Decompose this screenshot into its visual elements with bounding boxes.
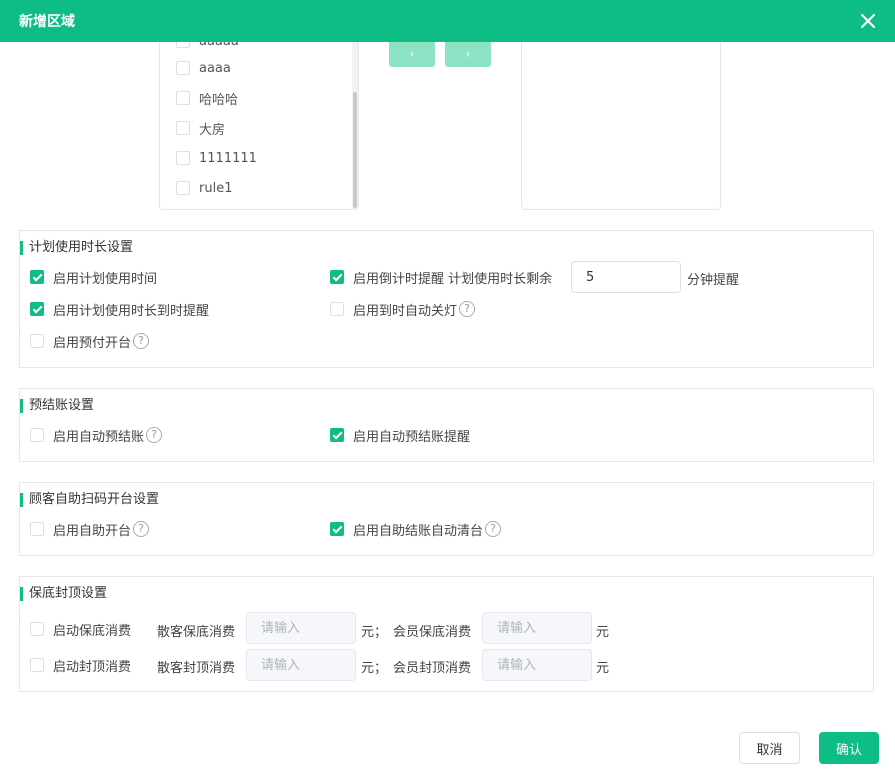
enable-due-reminder-checkbox[interactable] xyxy=(30,302,44,316)
option-label: 启用到时自动关灯 xyxy=(353,303,458,319)
member-max-input[interactable] xyxy=(482,649,592,681)
member-min-label: 会员保底消费 xyxy=(393,625,472,640)
section-title: 顾客自助扫码开台设置 xyxy=(20,493,159,507)
enable-auto-pre-checkout-option[interactable]: 启用自动预结账 ? xyxy=(30,425,163,445)
option-label: 启用自助开台 xyxy=(53,523,132,539)
enable-plan-time-checkbox[interactable] xyxy=(30,270,44,284)
list-item[interactable]: aaaaa xyxy=(176,42,239,51)
enable-self-open-option[interactable]: 启用自助开台 ? xyxy=(30,519,150,539)
option-label: 启用计划使用时长到时提醒 xyxy=(53,303,210,319)
option-label: 启动封顶消费 xyxy=(53,659,132,675)
list-item[interactable]: 大房 xyxy=(176,118,225,138)
transfer-target-list[interactable] xyxy=(521,42,721,210)
unit: 元 xyxy=(596,661,610,676)
guest-max-input[interactable] xyxy=(246,649,356,681)
pre-checkout-section: 预结账设置 启用自动预结账 ? 启用自动预结账提醒 xyxy=(19,388,874,462)
cancel-button[interactable]: 取消 xyxy=(739,732,800,764)
minutes-suffix: 分钟提醒 xyxy=(687,273,740,288)
list-item[interactable]: 1111111 xyxy=(176,148,257,168)
self-service-section: 顾客自助扫码开台设置 启用自助开台 ? 启用自助结账自动清台 ? xyxy=(19,482,874,556)
dialog-header: 新增区域 xyxy=(0,0,895,42)
option-label: 启用计划使用时间 xyxy=(53,271,158,287)
option-label: 启用倒计时提醒 计划使用时长剩余 xyxy=(353,271,553,287)
list-item-checkbox[interactable] xyxy=(176,91,190,105)
chevron-left-icon: ‹ xyxy=(409,47,415,62)
enable-prepaid-checkbox[interactable] xyxy=(30,334,44,348)
list-scrollbar-thumb[interactable] xyxy=(353,92,357,208)
enable-prepaid-option[interactable]: 启用预付开台 ? xyxy=(30,331,150,351)
list-item-checkbox[interactable] xyxy=(176,151,190,165)
help-icon[interactable]: ? xyxy=(133,521,150,537)
section-title: 计划使用时长设置 xyxy=(20,241,133,255)
list-item[interactable]: rule1 xyxy=(176,178,232,198)
list-item-checkbox[interactable] xyxy=(176,61,190,75)
enable-auto-light-off-option[interactable]: 启用到时自动关灯 ? xyxy=(330,299,476,319)
list-item-label: 哈哈哈 xyxy=(199,92,239,108)
enable-auto-light-off-checkbox[interactable] xyxy=(330,302,344,316)
guest-max-label: 散客封顶消费 xyxy=(157,661,236,676)
enable-auto-pre-checkout-reminder-checkbox[interactable] xyxy=(330,428,344,442)
enable-due-reminder-option[interactable]: 启用计划使用时长到时提醒 xyxy=(30,299,209,319)
enable-max-spend-option[interactable]: 启动封顶消费 xyxy=(30,655,131,675)
list-item-checkbox[interactable] xyxy=(176,181,190,195)
help-icon[interactable]: ? xyxy=(485,521,502,537)
unit-sep: 元； xyxy=(361,625,388,640)
enable-min-spend-option[interactable]: 启动保底消费 xyxy=(30,619,131,639)
list-item-label: aaaa xyxy=(199,60,231,76)
enable-countdown-option[interactable]: 启用倒计时提醒 计划使用时长剩余 xyxy=(330,267,552,287)
list-item-label: 大房 xyxy=(199,122,226,138)
member-min-input[interactable] xyxy=(482,612,592,644)
enable-min-spend-checkbox[interactable] xyxy=(30,622,44,636)
enable-self-checkout-clear-checkbox[interactable] xyxy=(330,522,344,536)
section-title: 预结账设置 xyxy=(20,399,94,413)
enable-countdown-checkbox[interactable] xyxy=(330,270,344,284)
list-item[interactable]: 哈哈哈 xyxy=(176,88,238,108)
unit: 元 xyxy=(596,625,610,640)
plan-usage-section: 计划使用时长设置 启用计划使用时间 启用倒计时提醒 计划使用时长剩余 分钟提醒 … xyxy=(19,230,874,368)
help-icon[interactable]: ? xyxy=(133,333,150,349)
enable-plan-time-option[interactable]: 启用计划使用时间 xyxy=(30,267,157,287)
member-max-label: 会员封顶消费 xyxy=(393,661,472,676)
guest-min-label: 散客保底消费 xyxy=(157,625,236,640)
remaining-minutes-input[interactable] xyxy=(571,261,681,293)
enable-self-checkout-clear-option[interactable]: 启用自助结账自动清台 ? xyxy=(330,519,502,539)
help-icon[interactable]: ? xyxy=(459,301,476,317)
enable-max-spend-checkbox[interactable] xyxy=(30,658,44,672)
move-right-button[interactable]: › xyxy=(445,42,491,67)
list-item-checkbox[interactable] xyxy=(176,42,190,48)
option-label: 启用预付开台 xyxy=(53,335,132,351)
option-label: 启动保底消费 xyxy=(53,623,132,639)
list-item[interactable]: aaaa xyxy=(176,58,231,78)
section-title: 保底封顶设置 xyxy=(20,587,107,601)
close-icon[interactable] xyxy=(859,12,877,30)
transfer-source-list[interactable]: aaaaa aaaa 哈哈哈 大房 1111111 rule1 xyxy=(159,42,359,210)
move-left-button[interactable]: ‹ xyxy=(389,42,435,67)
enable-auto-pre-checkout-reminder-option[interactable]: 启用自动预结账提醒 xyxy=(330,425,470,445)
min-max-section: 保底封顶设置 启动保底消费 散客保底消费 元； 会员保底消费 元 启动封顶消费 … xyxy=(19,576,874,692)
list-item-checkbox[interactable] xyxy=(176,121,190,135)
dialog-title: 新增区域 xyxy=(19,14,75,30)
chevron-right-icon: › xyxy=(465,47,471,62)
enable-self-open-checkbox[interactable] xyxy=(30,522,44,536)
option-label: 启用自动预结账 xyxy=(53,429,145,445)
help-icon[interactable]: ? xyxy=(146,427,163,443)
list-item-label: aaaaa xyxy=(199,42,239,49)
enable-auto-pre-checkout-checkbox[interactable] xyxy=(30,428,44,442)
option-label: 启用自动预结账提醒 xyxy=(353,429,471,445)
unit-sep: 元； xyxy=(361,661,388,676)
guest-min-input[interactable] xyxy=(246,612,356,644)
confirm-button[interactable]: 确认 xyxy=(819,732,879,764)
list-item-label: rule1 xyxy=(199,180,233,196)
list-item-label: 1111111 xyxy=(199,150,257,166)
option-label: 启用自助结账自动清台 xyxy=(353,523,484,539)
